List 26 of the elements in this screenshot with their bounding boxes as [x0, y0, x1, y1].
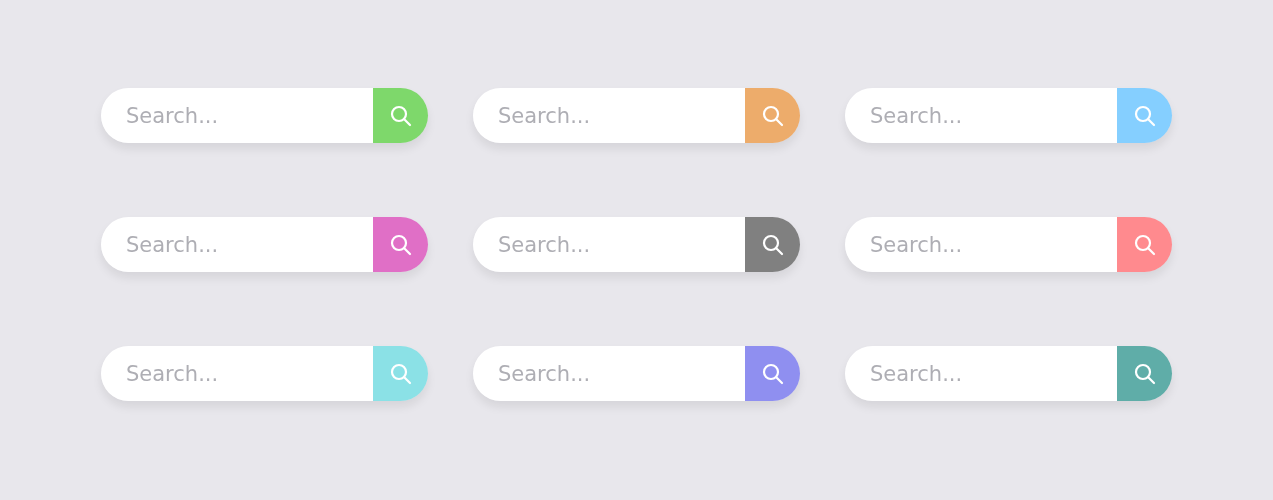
search-button[interactable]: [373, 88, 428, 143]
search-field[interactable]: Search...: [101, 346, 373, 401]
search-icon: [389, 233, 412, 256]
search-button[interactable]: [1117, 88, 1172, 143]
search-icon: [389, 362, 412, 385]
search-icon: [761, 104, 784, 127]
search-button[interactable]: [745, 88, 800, 143]
search-field[interactable]: Search...: [473, 88, 745, 143]
search-button[interactable]: [745, 346, 800, 401]
search-field[interactable]: Search...: [473, 217, 745, 272]
search-button[interactable]: [373, 217, 428, 272]
search-icon: [1133, 362, 1156, 385]
search-field[interactable]: Search...: [845, 346, 1117, 401]
search-field[interactable]: Search...: [845, 217, 1117, 272]
search-button[interactable]: [1117, 346, 1172, 401]
search-icon: [1133, 233, 1156, 256]
search-field[interactable]: Search...: [101, 217, 373, 272]
search-icon: [761, 362, 784, 385]
search-icon: [761, 233, 784, 256]
search-icon: [1133, 104, 1156, 127]
search-field[interactable]: Search...: [845, 88, 1117, 143]
search-icon: [389, 104, 412, 127]
search-button[interactable]: [1117, 217, 1172, 272]
search-field[interactable]: Search...: [101, 88, 373, 143]
search-button[interactable]: [745, 217, 800, 272]
search-field[interactable]: Search...: [473, 346, 745, 401]
